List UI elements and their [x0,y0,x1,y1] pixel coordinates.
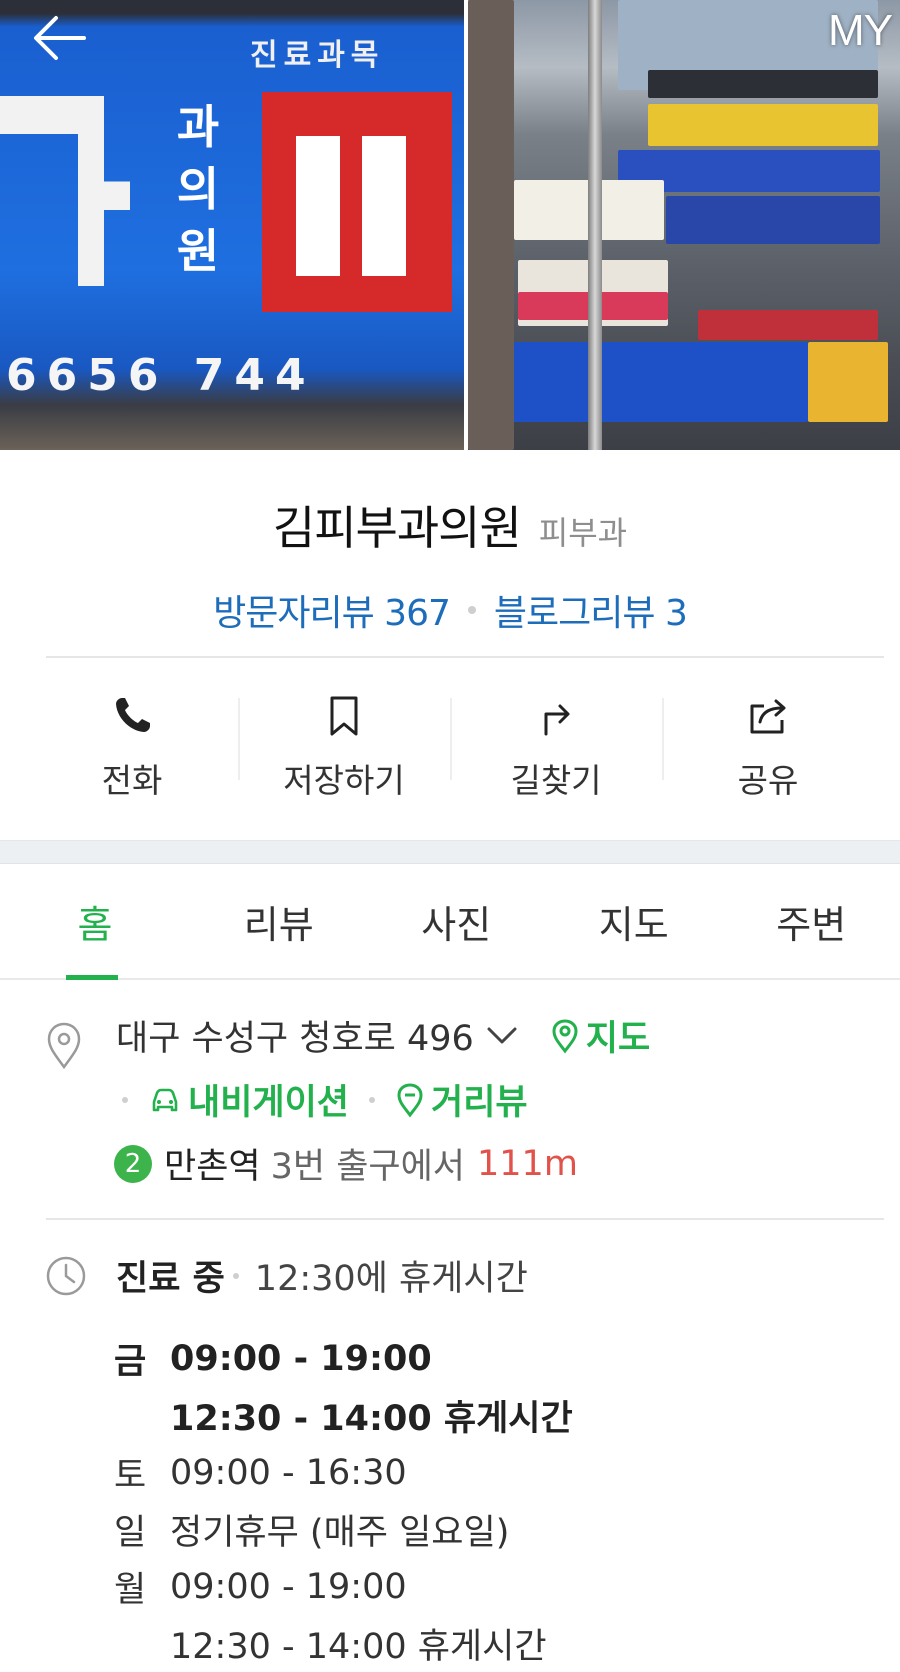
station-distance: 111m [477,1144,578,1184]
directions-button[interactable]: 길찾기 [450,684,662,804]
back-button[interactable] [30,12,90,64]
bookmark-icon [320,692,368,740]
section-gap [0,840,900,864]
tab-photos[interactable]: 사진 [368,864,546,978]
schedule-row: 월 09:00 - 19:00 [114,1558,573,1615]
next-break: 12:30에 휴게시간 [255,1250,528,1301]
schedule-time: 12:30 - 14:00 휴게시간 [170,1618,547,1669]
schedule-row: 토 09:00 - 16:30 [114,1444,573,1501]
directions-label: 길찾기 [510,754,601,802]
map-pin-icon [550,1018,580,1054]
clock-icon [44,1254,88,1298]
map-link-label: 지도 [586,1010,650,1061]
subway-info: 2 만촌역 3번 출구에서 111m [114,1138,578,1189]
photo-sign-text: 진료과목 [250,30,384,74]
schedule-row: 12:30 - 14:00 휴게시간 [114,1615,573,1672]
photo-sign [808,342,888,422]
call-button[interactable]: 전화 [26,684,238,804]
place-header: 김피부과의원 피부과 방문자리뷰 367 블로그리뷰 3 [0,450,900,636]
schedule-time: 09:00 - 19:00 [170,1567,407,1607]
schedule-time: 12:30 - 14:00 휴게시간 [170,1390,573,1441]
blog-review-link[interactable]: 블로그리뷰 3 [494,584,687,636]
schedule-day: 금 [114,1333,170,1384]
divider [46,656,884,658]
photo-sign-glyph [0,96,130,286]
hours-schedule: 금 09:00 - 19:00 12:30 - 14:00 휴게시간 토 09:… [114,1330,573,1672]
station-name: 만촌역 [164,1138,261,1189]
photo-signboard[interactable]: 진료과목 과 의 원 6656 744 [0,0,464,450]
photo-sign [648,70,878,98]
location-pin-icon [44,1020,84,1070]
place-name: 김피부과의원 [273,492,521,558]
photo-sign [666,196,880,244]
schedule-time: 09:00 - 19:00 [170,1339,432,1379]
schedule-time: 09:00 - 16:30 [170,1453,407,1493]
tab-bar: 홈 리뷰 사진 지도 주변 [0,864,900,980]
my-button[interactable]: MY [828,6,892,56]
photo-wall [468,0,514,450]
share-icon [744,692,792,740]
share-label: 공유 [738,754,799,802]
subway-line-badge: 2 [114,1145,152,1183]
photo-sign-red-block [262,92,452,312]
car-icon [148,1084,182,1116]
schedule-row: 12:30 - 14:00 휴게시간 [114,1387,573,1444]
photo-pole [588,0,602,450]
open-status: 진료 중 [116,1250,225,1301]
photo-sign [478,342,808,422]
chevron-down-icon[interactable] [486,1025,518,1047]
schedule-time: 정기휴무 (매주 일요일) [170,1504,509,1555]
map-link[interactable]: 지도 [550,1010,650,1061]
navigation-link[interactable]: 내비게이션 [148,1074,349,1125]
photo-sign-vertical-text: 과 의 원 [176,96,220,286]
address-text[interactable]: 대구 수성구 청호로 496 [116,1010,474,1061]
tab-nearby[interactable]: 주변 [723,864,900,978]
action-bar: 전화 저장하기 길찾기 공유 [26,684,874,804]
schedule-day: 토 [114,1447,170,1498]
save-label: 저장하기 [283,754,404,802]
photo-sign-phone: 6656 744 [6,350,316,401]
separator-dot [122,1097,128,1103]
photo-sign [698,310,878,340]
photo-gallery[interactable]: 진료과목 과 의 원 6656 744 MY [0,0,900,450]
streetview-link[interactable]: 거리뷰 [395,1074,528,1125]
schedule-day: 일 [114,1504,170,1555]
separator-dot [369,1097,375,1103]
phone-icon [108,692,156,740]
schedule-row: 금 09:00 - 19:00 [114,1330,573,1387]
tab-map[interactable]: 지도 [545,864,723,978]
place-category: 피부과 [539,508,627,554]
photo-sign [648,104,878,146]
separator-dot [233,1273,239,1279]
save-button[interactable]: 저장하기 [238,684,450,804]
streetview-icon [395,1082,425,1118]
visitor-review-link[interactable]: 방문자리뷰 367 [213,584,450,636]
navigation-link-label: 내비게이션 [188,1074,349,1125]
share-button[interactable]: 공유 [662,684,874,804]
schedule-day: 월 [114,1561,170,1612]
directions-icon [532,692,580,740]
photo-building[interactable] [468,0,900,450]
call-label: 전화 [102,754,163,802]
schedule-row: 일 정기휴무 (매주 일요일) [114,1501,573,1558]
tab-reviews[interactable]: 리뷰 [190,864,368,978]
arrow-left-icon [30,12,90,64]
station-exit: 3번 출구에서 [271,1138,465,1189]
separator-dot [468,606,476,614]
streetview-link-label: 거리뷰 [431,1074,528,1125]
divider [46,1218,884,1220]
tab-home[interactable]: 홈 [0,864,190,978]
